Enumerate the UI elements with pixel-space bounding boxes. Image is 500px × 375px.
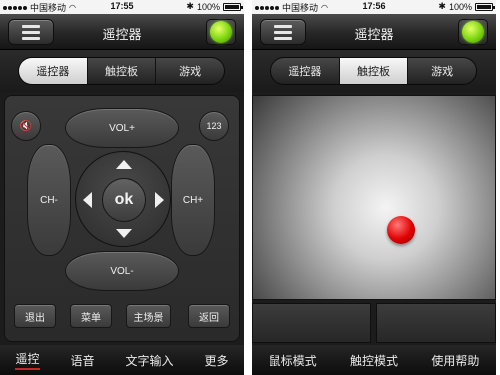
green-status-icon (462, 21, 484, 43)
mode-tabs: 遥控器 触控板 游戏 (18, 57, 225, 85)
home-scene-button[interactable]: 主场景 (126, 304, 171, 328)
tab-remote[interactable]: 遥控器 (271, 58, 339, 84)
bottom-item-help[interactable]: 使用帮助 (431, 352, 479, 369)
nav-bar: 遥控器 (252, 14, 496, 50)
arrow-up-icon[interactable] (116, 160, 132, 169)
menu-key-button[interactable]: 菜单 (70, 304, 112, 328)
battery-percent: 100% (196, 1, 220, 12)
mode-tabs: 遥控器 触控板 游戏 (270, 57, 477, 85)
channel-down-button[interactable]: CH- (27, 144, 71, 256)
tab-touchpad[interactable]: 触控板 (86, 58, 156, 84)
connection-status-button[interactable] (206, 19, 236, 45)
left-click-button[interactable] (252, 303, 371, 343)
volume-down-button[interactable]: VOL- (65, 251, 179, 291)
battery-info: ✱ 100% (438, 1, 495, 12)
bottom-bar: 鼠标模式 触控模式 使用帮助 (252, 345, 496, 375)
tab-touchpad[interactable]: 触控板 (338, 58, 408, 84)
tab-remote[interactable]: 遥控器 (19, 58, 87, 84)
red-cursor-icon (387, 216, 415, 244)
arrow-left-icon[interactable] (83, 192, 92, 208)
battery-icon (223, 2, 243, 11)
battery-icon (475, 2, 495, 11)
exit-button[interactable]: 退出 (14, 304, 56, 328)
remote-panel: 🔇 123 VOL+ CH- CH+ VOL- ok 退出 菜单 主场景 返回 (4, 95, 240, 342)
arrow-right-icon[interactable] (155, 192, 164, 208)
direction-pad: ok (75, 151, 171, 247)
bottom-item-voice[interactable]: 语音 (70, 352, 94, 369)
back-button[interactable]: 返回 (188, 304, 230, 328)
mute-icon: 🔇 (19, 120, 33, 132)
battery-info: ✱ 100% (186, 1, 243, 12)
touchpad-area[interactable] (252, 95, 496, 300)
bottom-item-remote[interactable]: 遥控 (15, 350, 40, 370)
tab-game[interactable]: 游戏 (407, 58, 476, 84)
arrow-down-icon[interactable] (116, 229, 132, 238)
bluetooth-icon: ✱ (438, 1, 446, 11)
battery-percent: 100% (448, 1, 472, 12)
green-status-icon (210, 21, 232, 43)
status-bar: 中国移动 ◠ 17:55 ✱ 100% (0, 0, 244, 14)
connection-status-button[interactable] (458, 19, 488, 45)
mode-tabs-bar: 遥控器 触控板 游戏 (252, 50, 496, 92)
bottom-item-mouse-mode[interactable]: 鼠标模式 (269, 352, 317, 369)
volume-up-button[interactable]: VOL+ (65, 108, 179, 148)
right-click-button[interactable] (376, 303, 496, 343)
bluetooth-icon: ✱ (186, 1, 194, 11)
mute-button[interactable]: 🔇 (11, 111, 41, 141)
bottom-item-touch-mode[interactable]: 触控模式 (350, 352, 398, 369)
channel-up-button[interactable]: CH+ (171, 144, 215, 256)
bottom-item-text-input[interactable]: 文字输入 (125, 352, 173, 369)
status-bar: 中国移动 ◠ 17:56 ✱ 100% (252, 0, 496, 14)
number-pad-button[interactable]: 123 (199, 111, 229, 141)
nav-bar: 遥控器 (0, 14, 244, 50)
ok-button[interactable]: ok (102, 178, 146, 222)
bottom-bar: 遥控 语音 文字输入 更多 (0, 345, 244, 375)
tab-game[interactable]: 游戏 (155, 58, 224, 84)
mode-tabs-bar: 遥控器 触控板 游戏 (0, 50, 244, 92)
bottom-item-more[interactable]: 更多 (204, 352, 228, 369)
touchpad-screen: 中国移动 ◠ 17:56 ✱ 100% 遥控器 遥控器 触控板 游戏 鼠标模式 … (252, 0, 496, 375)
remote-screen: 中国移动 ◠ 17:55 ✱ 100% 遥控器 遥控器 触控板 游戏 🔇 123… (0, 0, 244, 375)
